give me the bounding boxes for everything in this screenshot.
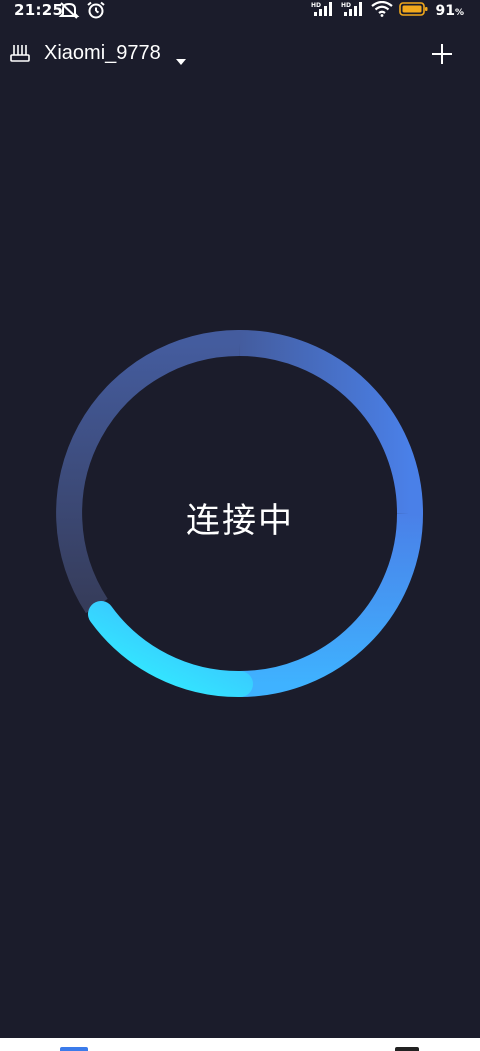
- add-device-button[interactable]: [430, 42, 454, 66]
- wifi-icon: [371, 0, 394, 21]
- status-bar: 21:25 HD HD 91%: [0, 0, 480, 22]
- alarm-icon: [86, 1, 106, 23]
- battery-icon: [399, 1, 429, 21]
- ring-segment-left: [56, 329, 241, 614]
- connection-status-text: 连接中: [186, 501, 294, 541]
- status-left-icons: [58, 1, 106, 23]
- router-name-selector[interactable]: Xiaomi_9778: [44, 42, 161, 65]
- mute-bell-icon: [58, 1, 80, 23]
- plus-icon: [432, 44, 452, 64]
- router-icon: [9, 43, 31, 69]
- screen: 21:25 HD HD 91% Xiaomi_9778 连接中: [0, 0, 480, 1051]
- signal-hd-icon-2: HD: [341, 1, 365, 21]
- signal-hd-icon: HD: [311, 1, 335, 21]
- dropdown-triangle-icon[interactable]: [175, 51, 187, 70]
- svg-text:HD: HD: [311, 2, 321, 9]
- battery-percent: 91%: [435, 3, 464, 19]
- nav-tab-home-icon[interactable]: [60, 1047, 88, 1051]
- ring-segment-bottom: [88, 601, 253, 698]
- header: Xiaomi_9778: [0, 34, 480, 74]
- nav-tab-mine-icon[interactable]: [395, 1047, 419, 1051]
- status-time: 21:25: [14, 1, 64, 19]
- svg-text:HD: HD: [341, 2, 351, 9]
- status-right: HD HD 91%: [311, 0, 464, 21]
- ring-segment-top: [239, 330, 424, 515]
